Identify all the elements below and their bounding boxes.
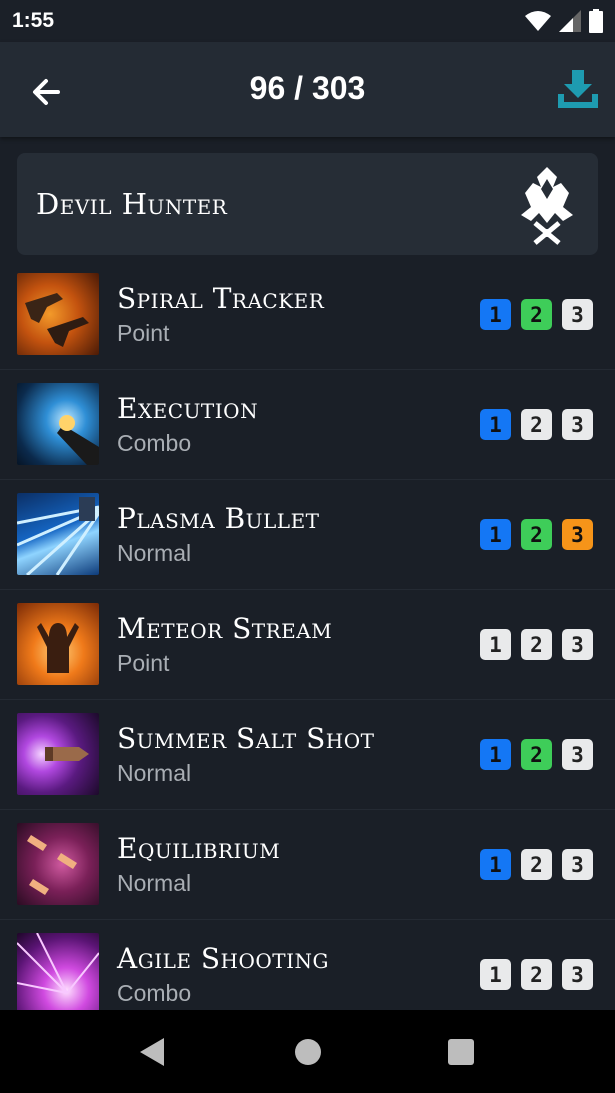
cell-signal-icon [559, 10, 581, 32]
tripod-group: 1 2 3 [480, 849, 593, 880]
tripod-2[interactable]: 2 [521, 299, 552, 330]
class-card[interactable]: Devil Hunter [17, 153, 598, 255]
status-time: 1:55 [12, 9, 55, 32]
tripod-3[interactable]: 3 [562, 299, 593, 330]
nav-recents-icon[interactable] [448, 1039, 474, 1065]
status-bar: 1:55 [0, 0, 615, 42]
tripod-group: 1 2 3 [480, 959, 593, 990]
skill-row-plasma-bullet[interactable]: Plasma Bullet Normal 1 2 3 [0, 480, 615, 590]
status-icons [525, 9, 603, 33]
tripod-3[interactable]: 3 [562, 519, 593, 550]
tripod-2[interactable]: 2 [521, 629, 552, 660]
tripod-3[interactable]: 3 [562, 629, 593, 660]
skill-type: Point [117, 320, 170, 346]
tripod-1[interactable]: 1 [480, 959, 511, 990]
agile-shooting-icon [17, 933, 99, 1010]
tripod-1[interactable]: 1 [480, 519, 511, 550]
skill-type: Normal [117, 870, 192, 896]
skill-row-execution[interactable]: Execution Combo 1 2 3 [0, 370, 615, 480]
tripod-3[interactable]: 3 [562, 409, 593, 440]
nav-back-icon[interactable] [138, 1036, 166, 1068]
tripod-group: 1 2 3 [480, 409, 593, 440]
execution-icon [17, 383, 99, 465]
skill-type: Combo [117, 980, 192, 1006]
skill-name: Execution [117, 392, 259, 425]
devil-hunter-emblem-icon [521, 167, 573, 245]
tripod-2[interactable]: 2 [521, 959, 552, 990]
skill-row-summer-salt-shot[interactable]: Summer Salt Shot Normal 1 2 3 [0, 700, 615, 810]
summer-salt-shot-icon [17, 713, 99, 795]
download-icon[interactable] [554, 66, 602, 114]
skill-row-equilibrium[interactable]: Equilibrium Normal 1 2 3 [0, 810, 615, 920]
tripod-3[interactable]: 3 [562, 739, 593, 770]
tripod-1[interactable]: 1 [480, 849, 511, 880]
tripod-group: 1 2 3 [480, 629, 593, 660]
tripod-2[interactable]: 2 [521, 409, 552, 440]
skill-row-meteor-stream[interactable]: Meteor Stream Point 1 2 3 [0, 590, 615, 700]
skill-type: Normal [117, 760, 192, 786]
spiral-tracker-icon [17, 273, 99, 355]
tripod-1[interactable]: 1 [480, 629, 511, 660]
tripod-1[interactable]: 1 [480, 739, 511, 770]
class-name: Devil Hunter [36, 187, 228, 221]
skill-name: Summer Salt Shot [117, 722, 375, 755]
system-nav-bar [0, 1010, 615, 1093]
skill-name: Spiral Tracker [117, 282, 325, 315]
skill-name: Equilibrium [117, 832, 281, 865]
tripod-3[interactable]: 3 [562, 849, 593, 880]
skill-name: Agile Shooting [117, 942, 330, 975]
skill-type: Normal [117, 540, 192, 566]
tripod-2[interactable]: 2 [521, 849, 552, 880]
tripod-2[interactable]: 2 [521, 739, 552, 770]
tripod-group: 1 2 3 [480, 299, 593, 330]
tripod-group: 1 2 3 [480, 739, 593, 770]
skill-row-spiral-tracker[interactable]: Spiral Tracker Point 1 2 3 [0, 260, 615, 370]
tripod-1[interactable]: 1 [480, 409, 511, 440]
page-counter: 96 / 303 [249, 70, 366, 106]
tripod-3[interactable]: 3 [562, 959, 593, 990]
wifi-icon [525, 11, 551, 31]
tripod-1[interactable]: 1 [480, 299, 511, 330]
skill-type: Combo [117, 430, 192, 456]
skill-row-agile-shooting[interactable]: Agile Shooting Combo 1 2 3 [0, 920, 615, 1010]
app-bar: 96 / 303 [0, 42, 615, 137]
skill-name: Meteor Stream [117, 612, 333, 645]
tripod-group: 1 2 3 [480, 519, 593, 550]
meteor-stream-icon [17, 603, 99, 685]
skill-type: Point [117, 650, 170, 676]
battery-icon [589, 9, 603, 33]
skill-name: Plasma Bullet [117, 502, 320, 535]
tripod-2[interactable]: 2 [521, 519, 552, 550]
plasma-bullet-icon [17, 493, 99, 575]
nav-home-icon[interactable] [295, 1039, 321, 1065]
equilibrium-icon [17, 823, 99, 905]
skill-list: Spiral Tracker Point 1 2 3 Execution Com… [0, 260, 615, 1010]
